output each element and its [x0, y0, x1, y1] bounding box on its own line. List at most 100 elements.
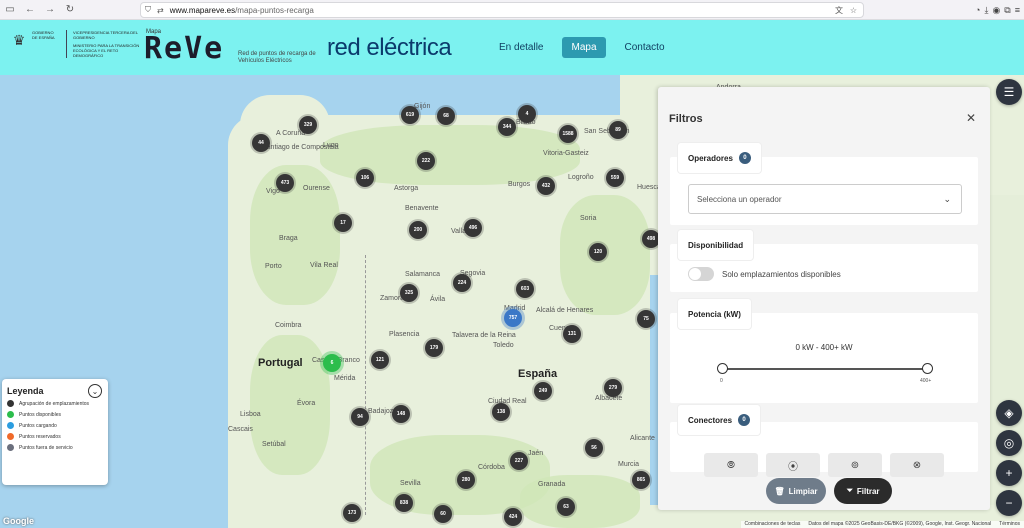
power-slider-track[interactable] — [722, 368, 928, 370]
forward-icon[interactable]: → — [40, 0, 60, 20]
connector-chademo-icon[interactable]: ⊚ — [828, 453, 882, 477]
map-cluster-marker[interactable]: 75 — [637, 310, 655, 328]
map-place-label: Évora — [297, 400, 316, 407]
map-cluster-marker[interactable]: 603 — [516, 280, 534, 298]
map-cluster-marker[interactable]: 60 — [434, 505, 452, 523]
government-logo[interactable]: ♛ GOBIERNO DE ESPAÑA VICEPRESIDENCIA TER… — [8, 30, 141, 58]
map-cluster-marker[interactable]: 325 — [400, 284, 418, 302]
power-slider-min-handle[interactable] — [717, 363, 728, 374]
map-cluster-marker[interactable]: 138 — [492, 403, 510, 421]
map-place-label: Cascais — [228, 426, 253, 433]
connector-ccs-icon[interactable]: ⦿ — [766, 453, 820, 477]
operator-select-placeholder: Selecciona un operador — [697, 194, 782, 204]
zoom-out-icon[interactable]: − — [996, 490, 1022, 516]
chevron-down-icon: ⌄ — [943, 193, 951, 204]
filter-button[interactable]: ⏷ Filtrar — [834, 478, 892, 504]
map-cluster-marker[interactable]: 249 — [534, 382, 552, 400]
translate-icon[interactable]: 文 — [835, 5, 843, 16]
nav-en-detalle[interactable]: En detalle — [490, 37, 552, 58]
red-electrica-logo[interactable]: red eléctrica — [327, 34, 452, 62]
locate-icon[interactable]: ◎ — [996, 430, 1022, 456]
map-cluster-marker[interactable]: 120 — [589, 243, 607, 261]
map-cluster-marker[interactable]: 329 — [299, 116, 317, 134]
availability-toggle[interactable] — [688, 267, 714, 281]
chevron-down-icon[interactable]: ⌄ — [88, 384, 102, 398]
map-cluster-marker[interactable]: 200 — [409, 221, 427, 239]
legend-item: Puntos disponibles — [7, 411, 103, 418]
map-cluster-marker[interactable]: 56 — [585, 439, 603, 457]
map-cluster-marker[interactable]: 4 — [518, 105, 536, 123]
ministry-name: MINISTERIO PARA LA TRANSICIÓN ECOLÓGICA … — [73, 43, 140, 58]
map-place-label: España — [518, 368, 558, 380]
operator-select[interactable]: Selecciona un operador ⌄ — [688, 184, 962, 214]
border-line — [365, 255, 366, 515]
layers-icon[interactable]: ◈ — [996, 400, 1022, 426]
download-icon[interactable]: ⤓ — [984, 5, 988, 16]
map-cluster-marker[interactable]: 227 — [510, 452, 528, 470]
conectores-count-badge: 0 — [738, 414, 751, 426]
url-bar[interactable]: ⛉ ⇄ www.mapareve.es/mapa-puntos-recarga … — [140, 2, 864, 18]
map-place-label: Vitoria-Gasteiz — [543, 150, 589, 157]
map-cluster-marker[interactable]: 17 — [334, 214, 352, 232]
map-cluster-marker[interactable]: 222 — [417, 152, 435, 170]
menu-icon[interactable]: ≡ — [1015, 5, 1020, 15]
map-cluster-marker[interactable]: 44 — [252, 134, 270, 152]
legend-item: Puntos cargando — [7, 422, 103, 429]
legend-color-dot — [7, 422, 14, 429]
map-cluster-marker[interactable]: 148 — [392, 405, 410, 423]
map-cluster-marker[interactable]: 121 — [371, 351, 389, 369]
map-cluster-marker[interactable]: 224 — [453, 274, 471, 292]
map-cluster-marker[interactable]: 432 — [537, 177, 555, 195]
terms-link[interactable]: Términos — [999, 521, 1020, 528]
map-cluster-marker[interactable]: 473 — [276, 174, 294, 192]
pocket-icon[interactable]: ◔ — [975, 5, 980, 15]
map-cluster-marker[interactable]: 179 — [425, 339, 443, 357]
account-icon[interactable]: ◉ — [992, 5, 1000, 16]
map-cluster-marker[interactable]: 1588 — [559, 125, 577, 143]
map-cluster-marker[interactable]: 63 — [557, 498, 575, 516]
clear-button[interactable]: 🗑 Limpiar — [766, 478, 826, 504]
close-icon[interactable]: ✕ — [966, 111, 976, 125]
shield-icon[interactable]: ⛉ — [145, 5, 151, 15]
zoom-in-icon[interactable]: + — [996, 460, 1022, 486]
map-cluster-marker[interactable]: 279 — [604, 379, 622, 397]
connector-type2-icon[interactable]: ⦾ — [704, 453, 758, 477]
legend-item: Agrupación de emplazamientos — [7, 400, 103, 407]
filters-panel: Filtros ✕ Operadores 0 Selecciona un ope… — [658, 87, 990, 510]
map-cluster-marker[interactable]: 68 — [437, 107, 455, 125]
filters-title: Filtros — [669, 113, 703, 125]
connector-schuko-icon[interactable]: ⊗ — [890, 453, 944, 477]
power-slider-max-handle[interactable] — [922, 363, 933, 374]
nav-mapa[interactable]: Mapa — [562, 37, 606, 58]
map-cluster-marker[interactable]: 344 — [498, 118, 516, 136]
map-cluster-marker[interactable]: 6 — [323, 354, 341, 372]
back-icon[interactable]: ← — [20, 0, 40, 20]
nav-contacto[interactable]: Contacto — [616, 37, 674, 58]
reload-icon[interactable]: ↻ — [60, 0, 80, 20]
keyboard-shortcuts-link[interactable]: Combinaciones de teclas — [745, 521, 801, 528]
bookmark-star-icon[interactable]: ☆ — [850, 6, 857, 15]
map-place-label: Ciudad Real — [488, 398, 527, 405]
legend-item-label: Agrupación de emplazamientos — [19, 400, 90, 407]
map-cluster-marker[interactable]: 106 — [356, 169, 374, 187]
map-cluster-marker[interactable]: 559 — [606, 169, 624, 187]
map-place-label: Benavente — [405, 205, 439, 212]
list-menu-icon[interactable]: ☰ — [996, 79, 1022, 105]
sidebar-icon[interactable]: ▭ — [0, 0, 20, 20]
reve-logo[interactable]: ReVe — [144, 34, 224, 64]
map-cluster-marker[interactable]: 424 — [504, 508, 522, 526]
map-cluster-marker[interactable]: 619 — [401, 106, 419, 124]
extensions-icon[interactable]: ⧉ — [1004, 5, 1010, 16]
map-cluster-marker[interactable]: 838 — [395, 494, 413, 512]
map-cluster-marker[interactable]: 131 — [563, 325, 581, 343]
map-cluster-marker[interactable]: 94 — [351, 408, 369, 426]
disponibilidad-header: Disponibilidad — [678, 230, 754, 260]
map-cluster-marker[interactable]: 89 — [609, 121, 627, 139]
map-cluster-marker[interactable]: 757 — [504, 309, 522, 327]
map-cluster-marker[interactable]: 173 — [343, 504, 361, 522]
map-cluster-marker[interactable]: 496 — [464, 219, 482, 237]
map-data-text: Datos del mapa ©2025 GeoBasis-DE/BKG (©2… — [808, 521, 992, 527]
map-cluster-marker[interactable]: 865 — [632, 471, 650, 489]
map-cluster-marker[interactable]: 280 — [457, 471, 475, 489]
lock-icon[interactable]: ⇄ — [157, 6, 164, 15]
